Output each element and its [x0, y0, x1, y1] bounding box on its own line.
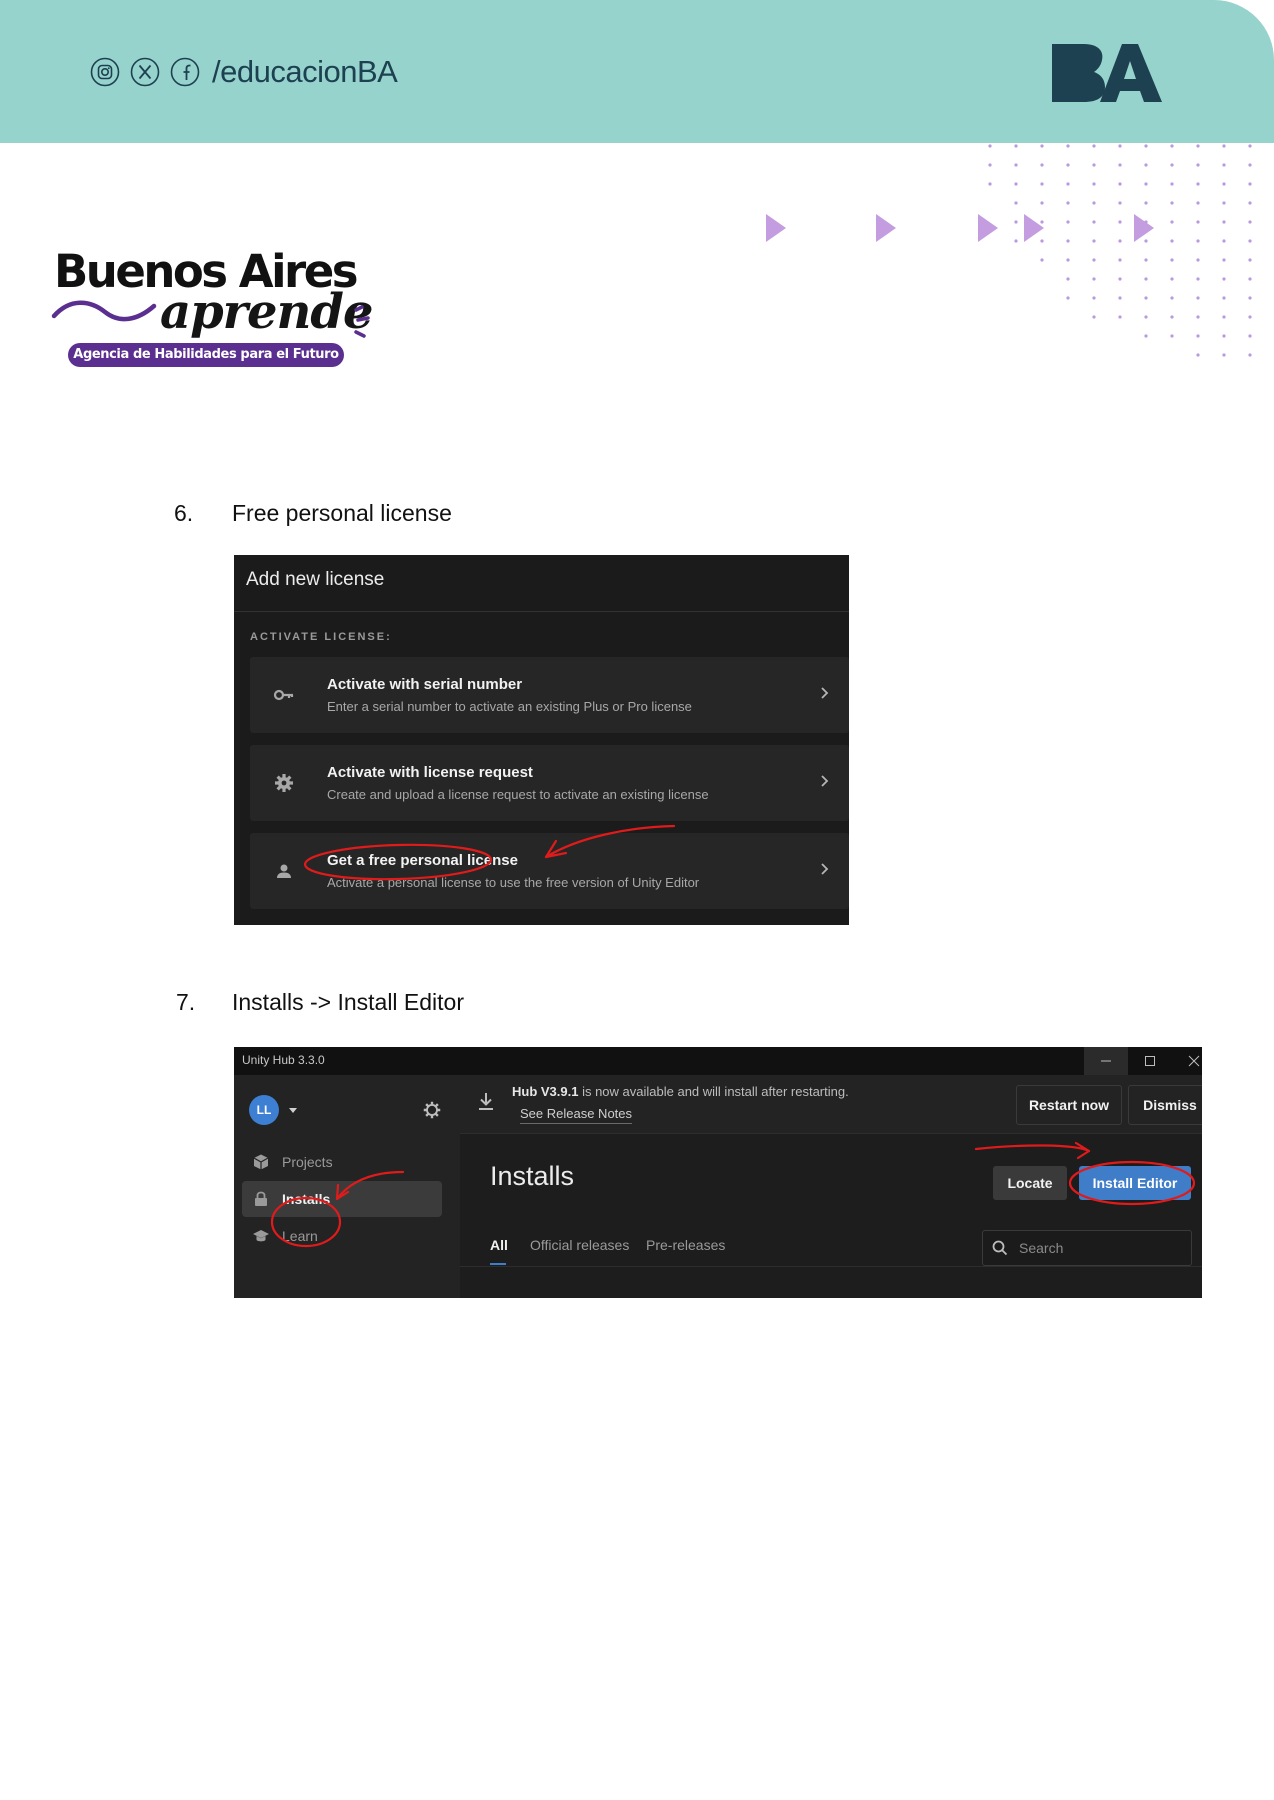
lock-icon [255, 1191, 267, 1206]
unity-hub-window: Unity Hub 3.3.0 LL Projects Installs Lea… [234, 1047, 1202, 1298]
step-text: Free personal license [232, 500, 452, 526]
locate-button[interactable]: Locate [993, 1166, 1067, 1200]
instagram-icon[interactable] [90, 57, 120, 87]
window-title: Unity Hub 3.3.0 [242, 1053, 325, 1067]
main-panel: Hub V3.9.1 is now available and will ins… [460, 1075, 1202, 1298]
divider [234, 611, 849, 612]
step-number: 7. [176, 989, 196, 1015]
person-icon [277, 864, 291, 878]
header-band: /educacionBA [0, 0, 1274, 143]
sidebar-item-label: Projects [282, 1154, 333, 1170]
search-input[interactable]: Search [982, 1230, 1192, 1266]
install-editor-button[interactable]: Install Editor [1079, 1166, 1191, 1200]
decorative-pattern [766, 144, 1252, 357]
option-title: Get a free personal license [327, 852, 518, 869]
download-icon [479, 1093, 493, 1110]
close-icon[interactable] [1172, 1047, 1202, 1075]
tab-official-releases[interactable]: Official releases [530, 1237, 629, 1253]
option-free-personal-license[interactable]: Get a free personal license Activate a p… [250, 833, 849, 909]
chevron-right-icon [821, 863, 829, 875]
ba-logo [1052, 44, 1162, 102]
update-message: Hub V3.9.1 is now available and will ins… [512, 1084, 849, 1099]
chevron-right-icon [821, 775, 829, 787]
gear-icon [275, 774, 293, 792]
restart-now-button[interactable]: Restart now [1016, 1085, 1122, 1125]
page-title: Installs [490, 1161, 575, 1191]
option-subtitle: Activate a personal license to use the f… [327, 875, 700, 890]
step-text: Installs -> Install Editor [232, 989, 465, 1015]
option-serial-number[interactable]: Activate with serial number Enter a seri… [250, 657, 849, 733]
tab-all[interactable]: All [490, 1237, 508, 1253]
tab-pre-releases[interactable]: Pre-releases [646, 1237, 725, 1253]
sidebar-item-label: Installs [282, 1191, 331, 1207]
minimize-icon[interactable] [1084, 1047, 1128, 1075]
brand-wave [51, 300, 157, 322]
caret-down-icon[interactable] [288, 1107, 298, 1115]
divider [460, 1266, 1202, 1267]
cube-icon [253, 1154, 269, 1170]
step-number: 6. [174, 500, 194, 526]
brand-dashes [354, 305, 370, 338]
sidebar-item-projects[interactable]: Projects [242, 1144, 442, 1180]
buenos-aires-aprende-logo: Buenos Aires aprende Agencia de Habilida… [50, 240, 390, 370]
gear-icon[interactable] [421, 1099, 443, 1121]
facebook-icon[interactable] [170, 57, 200, 87]
dialog-title: Add new license [246, 569, 385, 590]
option-title: Activate with serial number [327, 676, 523, 693]
update-version: Hub V3.9.1 [512, 1084, 579, 1099]
release-notes-link[interactable]: See Release Notes [520, 1106, 633, 1124]
sidebar-item-learn[interactable]: Learn [242, 1218, 442, 1254]
active-tab-indicator [490, 1263, 506, 1265]
chevron-right-icon [821, 687, 829, 699]
graduation-cap-icon [253, 1230, 269, 1242]
key-icon [273, 689, 294, 701]
dismiss-button[interactable]: Dismiss [1128, 1085, 1202, 1125]
update-banner: Hub V3.9.1 is now available and will ins… [460, 1075, 1202, 1134]
add-license-dialog: Add new license ACTIVATE LICENSE: Activa… [234, 555, 849, 925]
x-icon[interactable] [130, 57, 160, 87]
option-subtitle: Create and upload a license request to a… [327, 787, 709, 802]
option-title: Activate with license request [327, 764, 533, 781]
section-label: ACTIVATE LICENSE: [250, 631, 392, 643]
sidebar-item-installs[interactable]: Installs [242, 1181, 442, 1217]
search-icon [992, 1240, 1008, 1256]
social-handle[interactable]: /educacionBA [212, 54, 398, 90]
option-subtitle: Enter a serial number to activate an exi… [327, 699, 692, 714]
search-placeholder: Search [1019, 1240, 1064, 1256]
maximize-icon[interactable] [1128, 1047, 1172, 1075]
brand-script: aprende [160, 284, 373, 340]
social-links: /educacionBA [90, 54, 398, 90]
sidebar: LL Projects Installs Learn [234, 1075, 460, 1298]
sidebar-item-label: Learn [282, 1228, 318, 1244]
avatar[interactable]: LL [249, 1095, 279, 1125]
title-bar: Unity Hub 3.3.0 [234, 1047, 1202, 1075]
update-text: is now available and will install after … [578, 1084, 849, 1099]
option-license-request[interactable]: Activate with license request Create and… [250, 745, 849, 821]
brand-tagline: Agencia de Habilidades para el Futuro [68, 343, 344, 367]
